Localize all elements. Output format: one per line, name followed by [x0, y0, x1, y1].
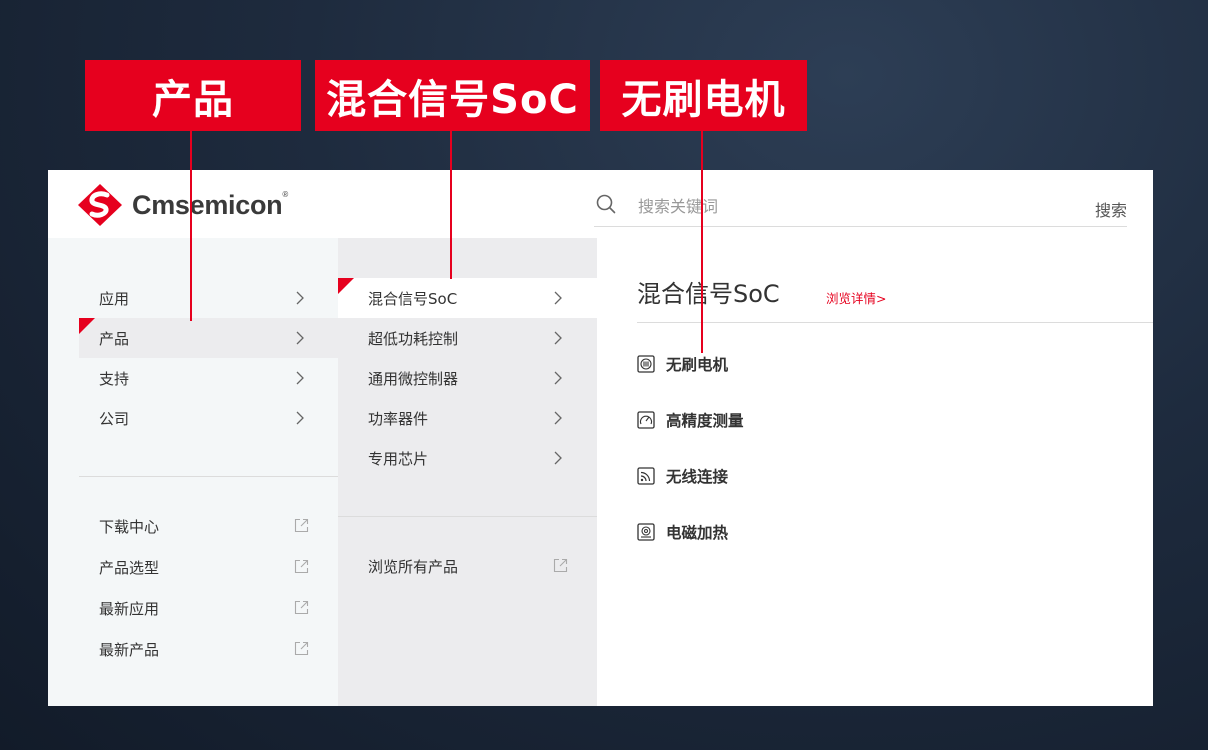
- nav-item-label: 公司: [99, 409, 130, 428]
- view-details-link[interactable]: 浏览详情>: [826, 288, 886, 307]
- nav-item-general-mcu[interactable]: 通用微控制器: [338, 358, 597, 398]
- feature-label: 高精度测量: [666, 412, 744, 430]
- nav-item-label: 混合信号SoC: [368, 289, 458, 308]
- search-input[interactable]: [638, 192, 1038, 220]
- motor-icon: [637, 355, 655, 373]
- nav-item-dedicated-chips[interactable]: 专用芯片: [338, 438, 597, 478]
- nav-item-company[interactable]: 公司: [79, 398, 338, 438]
- external-link-icon: [294, 641, 309, 656]
- search-icon[interactable]: [596, 194, 616, 214]
- detail-title: 混合信号SoC: [637, 280, 780, 308]
- external-link-icon: [294, 559, 309, 574]
- feature-label: 无线连接: [666, 468, 729, 486]
- chevron-right-icon: [554, 291, 562, 305]
- primary-nav: 应用 产品 支持 公司 下载中心 产品选型 最新应用 最新产品: [48, 238, 338, 706]
- logo-mark-icon: [78, 184, 122, 226]
- external-link-icon: [294, 518, 309, 533]
- search-bar: 搜索: [594, 188, 1127, 227]
- nav-item-mixed-signal-soc[interactable]: 混合信号SoC: [338, 278, 597, 318]
- brand-name: Cmsemicon®: [132, 189, 288, 220]
- active-corner-marker: [338, 278, 354, 294]
- nav-item-label: 超低功耗控制: [368, 329, 459, 348]
- nav-item-applications[interactable]: 应用: [79, 278, 338, 318]
- callout-products: 产品: [85, 60, 301, 131]
- feature-label: 无刷电机: [666, 356, 729, 374]
- nav-item-label: 支持: [99, 369, 130, 388]
- callout-mixed-signal-soc: 混合信号SoC: [315, 60, 590, 131]
- detail-divider: [637, 322, 1153, 323]
- link-label: 最新产品: [99, 640, 160, 659]
- chevron-right-icon: [296, 371, 304, 385]
- chevron-right-icon: [296, 331, 304, 345]
- nav-item-support[interactable]: 支持: [79, 358, 338, 398]
- callout-line-soc: [450, 131, 452, 279]
- nav-item-power-devices[interactable]: 功率器件: [338, 398, 597, 438]
- search-button[interactable]: 搜索: [1095, 197, 1127, 221]
- feature-wireless-connectivity[interactable]: 无线连接: [637, 464, 728, 488]
- link-label: 最新应用: [99, 599, 160, 618]
- active-corner-marker: [79, 318, 95, 334]
- link-latest-products[interactable]: 最新产品: [99, 629, 309, 669]
- link-label: 下载中心: [99, 517, 160, 536]
- nav-item-products[interactable]: 产品: [79, 318, 338, 358]
- link-latest-applications[interactable]: 最新应用: [99, 588, 309, 628]
- feature-bldc-motor[interactable]: 无刷电机: [637, 352, 728, 376]
- link-download-center[interactable]: 下载中心: [99, 506, 309, 546]
- category-detail: 混合信号SoC 浏览详情> 无刷电机 高精度测量 无线连接 电磁加热: [597, 238, 1153, 706]
- nav-item-label: 产品: [99, 329, 130, 348]
- external-link-icon: [294, 600, 309, 615]
- mega-menu-panel: Cmsemicon® 搜索 应用 产品 支持 公司 下载中心: [48, 170, 1153, 706]
- product-category-nav: 混合信号SoC 超低功耗控制 通用微控制器 功率器件 专用芯片 浏览所有产品: [338, 238, 597, 706]
- nav-item-label: 专用芯片: [368, 449, 429, 468]
- link-browse-all-products[interactable]: 浏览所有产品: [368, 546, 568, 586]
- nav-item-ultra-low-power[interactable]: 超低功耗控制: [338, 318, 597, 358]
- gauge-icon: [637, 411, 655, 429]
- chevron-right-icon: [296, 411, 304, 425]
- feature-induction-heating[interactable]: 电磁加热: [637, 520, 728, 544]
- link-label: 浏览所有产品: [368, 557, 459, 576]
- feature-precision-measurement[interactable]: 高精度测量: [637, 408, 744, 432]
- link-label: 产品选型: [99, 558, 160, 577]
- chevron-right-icon: [554, 331, 562, 345]
- nav-item-label: 通用微控制器: [368, 369, 459, 388]
- callout-bldc-motor: 无刷电机: [600, 60, 807, 131]
- nav-divider: [79, 476, 338, 477]
- link-product-selection[interactable]: 产品选型: [99, 547, 309, 587]
- wireless-icon: [637, 467, 655, 485]
- nav-item-label: 应用: [99, 289, 130, 308]
- nav-item-label: 功率器件: [368, 409, 429, 428]
- chevron-right-icon: [554, 371, 562, 385]
- chevron-right-icon: [554, 451, 562, 465]
- nav-divider: [338, 516, 597, 517]
- induction-heating-icon: [637, 523, 655, 541]
- brand-logo[interactable]: Cmsemicon®: [78, 184, 288, 226]
- feature-label: 电磁加热: [666, 524, 729, 542]
- chevron-right-icon: [296, 291, 304, 305]
- chevron-right-icon: [554, 411, 562, 425]
- callout-line-products: [190, 131, 192, 321]
- callout-line-motor: [701, 131, 703, 353]
- external-link-icon: [553, 558, 568, 573]
